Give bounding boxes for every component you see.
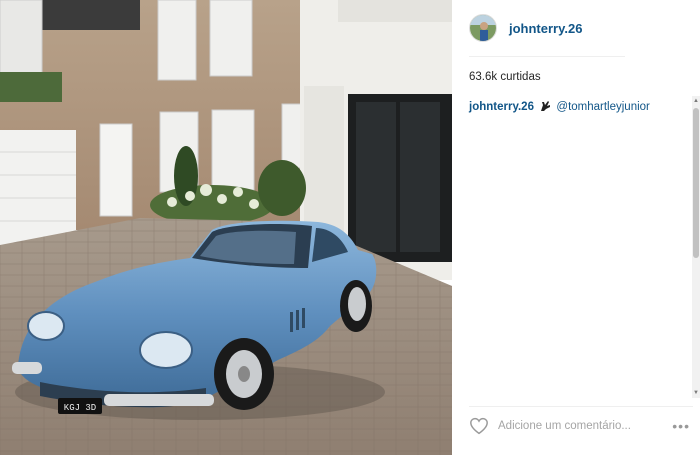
avatar[interactable] bbox=[469, 14, 497, 42]
window-upper-1 bbox=[157, 0, 197, 81]
likes-count[interactable]: 63.6k curtidas bbox=[469, 71, 541, 83]
license-plate-text: KGJ 3D bbox=[64, 403, 96, 413]
caption-username-link[interactable]: johnterry.26 bbox=[469, 101, 534, 113]
avatar-image bbox=[470, 15, 496, 41]
scrollbar-thumb[interactable] bbox=[693, 108, 699, 258]
heart-outline-icon[interactable] bbox=[469, 417, 489, 435]
post-sidebar: johnterry.26 63.6k curtidas johnterry.26… bbox=[452, 0, 700, 455]
window-left-top bbox=[0, 0, 43, 76]
side-door bbox=[99, 123, 133, 217]
balustrade bbox=[338, 0, 452, 22]
window-upper-2 bbox=[209, 0, 253, 77]
hand-emoji-icon bbox=[541, 101, 551, 111]
scroll-down-arrow-icon[interactable]: ▼ bbox=[693, 390, 699, 396]
window-planter bbox=[0, 72, 62, 102]
ellipsis-icon[interactable]: ••• bbox=[672, 418, 690, 434]
caption: johnterry.26 @tomhartleyjunior bbox=[469, 100, 650, 113]
scroll-up-arrow-icon[interactable]: ▲ bbox=[693, 98, 699, 104]
caption-mention-link[interactable]: @tomhartleyjunior bbox=[556, 101, 650, 113]
rear-wheel bbox=[340, 280, 372, 332]
comments-scrollbar[interactable]: ▲ ▼ bbox=[692, 96, 700, 398]
comment-bar bbox=[469, 414, 693, 438]
front-wheel bbox=[214, 338, 274, 410]
post-photo: KGJ 3D bbox=[0, 0, 452, 455]
comment-input[interactable] bbox=[498, 420, 638, 432]
window-lower-2 bbox=[211, 109, 255, 191]
comment-divider bbox=[469, 406, 693, 407]
header-divider bbox=[469, 56, 625, 57]
header-username-link[interactable]: johnterry.26 bbox=[509, 21, 582, 36]
front-bumper bbox=[104, 394, 214, 406]
post-header: johnterry.26 bbox=[469, 12, 679, 44]
photo-scene: KGJ 3D bbox=[0, 0, 452, 455]
garage-door bbox=[0, 130, 76, 245]
